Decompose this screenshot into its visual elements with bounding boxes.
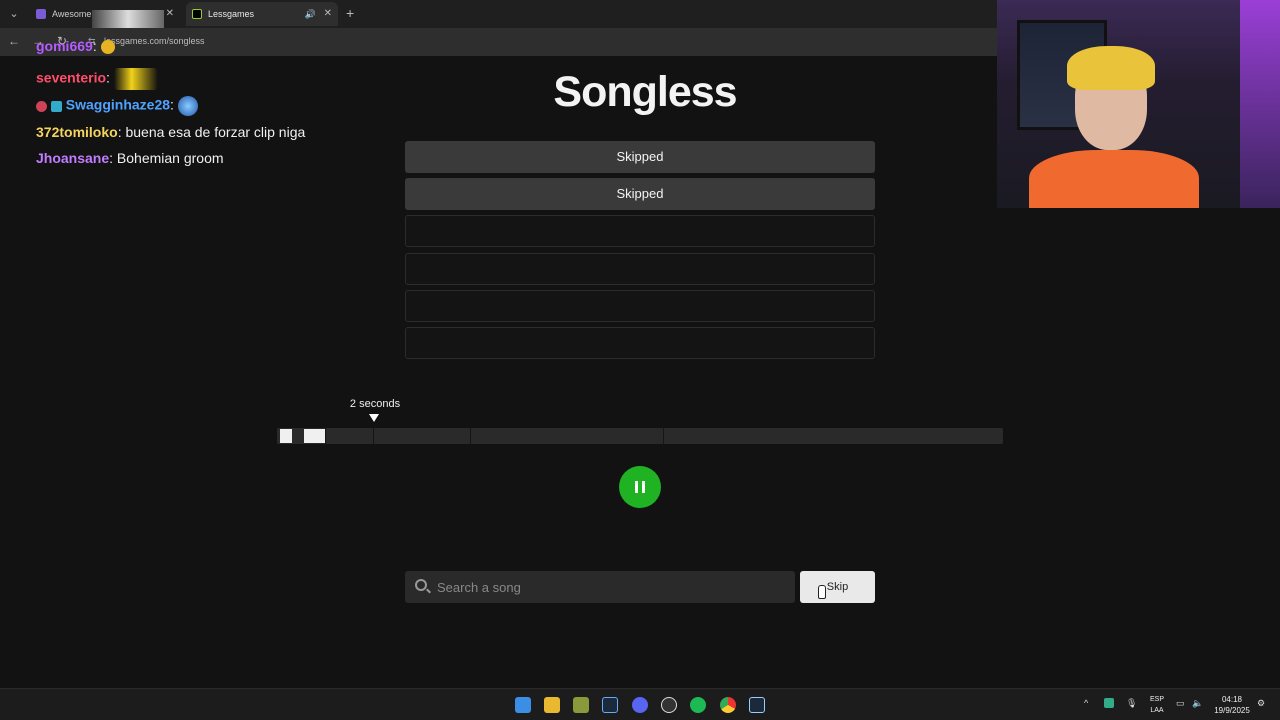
close-icon[interactable]: ✕ bbox=[324, 2, 332, 26]
app-icon[interactable] bbox=[573, 697, 589, 713]
pause-button[interactable] bbox=[619, 466, 661, 508]
guess-slot bbox=[405, 290, 875, 322]
guess-slot bbox=[405, 327, 875, 359]
minion-emote-icon bbox=[113, 68, 158, 90]
badge-icon bbox=[50, 100, 62, 112]
steam-icon[interactable] bbox=[602, 697, 618, 713]
guess-slot bbox=[405, 215, 875, 247]
audio-progress-track[interactable] bbox=[277, 428, 1003, 444]
taskbar: ^ 🎙 ESP LAA ▭ 🔈 04:18 19/9/2025 ⚙ bbox=[0, 688, 1280, 720]
page-title: Songless bbox=[553, 68, 737, 116]
microphone-icon[interactable]: 🎙 bbox=[1126, 698, 1137, 709]
track-fill bbox=[304, 429, 325, 443]
volume-icon[interactable]: 🔈 bbox=[1192, 698, 1203, 709]
spotify-icon[interactable] bbox=[690, 697, 706, 713]
chevron-up-icon[interactable]: ^ bbox=[1084, 698, 1088, 708]
language-code: ESP bbox=[1149, 696, 1164, 703]
seconds-label: 2 seconds bbox=[349, 398, 401, 410]
close-icon[interactable]: ✕ bbox=[166, 2, 174, 26]
notification-icon[interactable]: ⚙ bbox=[1257, 698, 1265, 709]
audio-icon[interactable]: 🔊 bbox=[305, 2, 316, 26]
streamer-hat bbox=[1067, 46, 1155, 90]
chat-message: Jhoansane: Bohemian groom bbox=[36, 150, 224, 166]
tab-lessgames[interactable]: Lessgames 🔊 ✕ bbox=[186, 2, 338, 26]
file-explorer-icon[interactable] bbox=[544, 697, 560, 713]
search-input[interactable] bbox=[437, 571, 787, 603]
chat-message: Swagginhaze28: bbox=[36, 96, 198, 116]
emote-icon bbox=[100, 40, 115, 55]
streamer-shirt bbox=[1029, 150, 1199, 208]
chat-text: Bohemian groom bbox=[116, 150, 224, 166]
globe-emote-icon bbox=[177, 96, 198, 116]
guess-slot: Skipped bbox=[405, 141, 875, 173]
url-field[interactable]: lessgames.com/songless bbox=[104, 36, 205, 46]
chrome-icon[interactable] bbox=[720, 697, 736, 713]
guess-slot bbox=[405, 253, 875, 285]
webcam-overlay bbox=[997, 0, 1280, 208]
tab-favicon-icon bbox=[192, 9, 202, 19]
windows-start-icon[interactable] bbox=[515, 697, 531, 713]
chat-username: Jhoansane bbox=[36, 150, 110, 166]
track-segment bbox=[326, 428, 374, 444]
guess-slot: Skipped bbox=[405, 178, 875, 210]
chat-username: seventerio bbox=[36, 69, 107, 86]
chat-message: seventerio: bbox=[36, 68, 158, 90]
clock-date: 19/9/2025 bbox=[1214, 706, 1250, 715]
language-layout: LAA bbox=[1150, 707, 1164, 714]
track-segment bbox=[374, 428, 471, 444]
pause-icon bbox=[635, 481, 638, 493]
progress-marker-icon bbox=[369, 414, 379, 422]
chat-username: Swagginhaze28 bbox=[65, 96, 171, 113]
language-indicator[interactable]: ESP LAA bbox=[1148, 694, 1166, 716]
purple-light bbox=[1240, 0, 1280, 208]
chat-message: gomi669: bbox=[36, 38, 115, 55]
track-segment bbox=[471, 428, 664, 444]
clock-time: 04:18 bbox=[1221, 695, 1243, 704]
tab-search-icon[interactable]: ⌄ bbox=[6, 6, 22, 22]
new-tab-icon[interactable]: + bbox=[346, 5, 354, 21]
mouse-cursor bbox=[818, 585, 826, 599]
chat-message: 372tomiloko: buena esa de forzar clip ni… bbox=[36, 124, 306, 140]
tab-favicon-icon bbox=[36, 9, 46, 19]
search-icon bbox=[415, 579, 427, 591]
obs-icon[interactable] bbox=[661, 697, 677, 713]
chat-username: gomi669 bbox=[36, 38, 93, 54]
steam-icon[interactable] bbox=[749, 697, 765, 713]
badge-icon bbox=[36, 100, 47, 112]
chat-username: 372tomiloko bbox=[36, 124, 118, 140]
discord-icon[interactable] bbox=[632, 697, 648, 713]
skip-button[interactable]: Skip bbox=[800, 571, 875, 603]
chat-text: buena esa de forzar clip niga bbox=[125, 124, 306, 140]
tab-title: Lessgames bbox=[208, 9, 255, 19]
back-icon[interactable]: ← bbox=[6, 34, 22, 48]
tray-app-icon[interactable] bbox=[1104, 698, 1114, 708]
song-search bbox=[405, 571, 795, 603]
network-icon[interactable]: ▭ bbox=[1176, 698, 1185, 709]
system-clock[interactable]: 04:18 19/9/2025 bbox=[1208, 694, 1256, 716]
track-fill bbox=[280, 429, 292, 443]
pause-icon bbox=[642, 481, 645, 493]
